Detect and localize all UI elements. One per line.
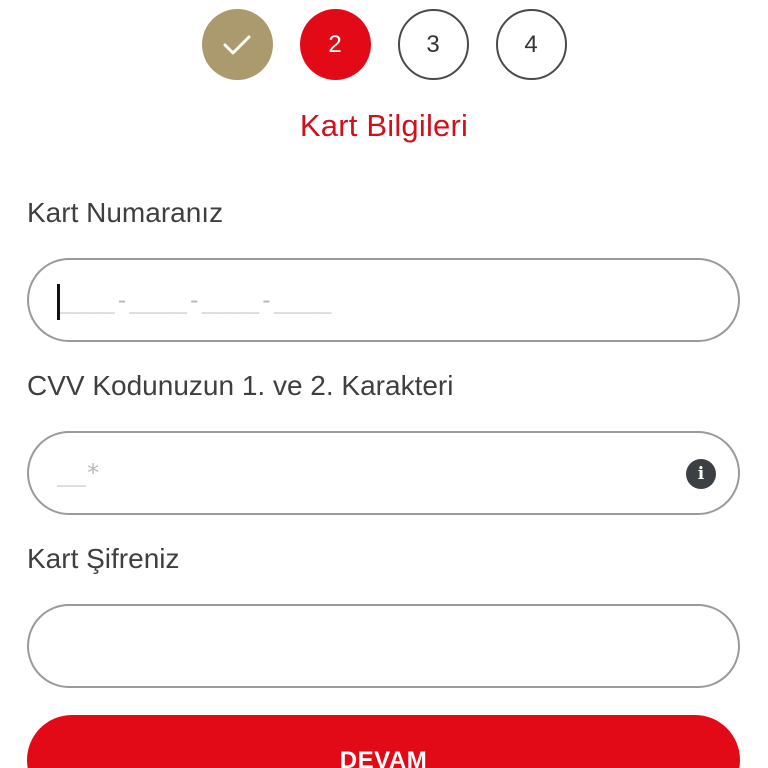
cvv-input[interactable]: __* i (27, 431, 740, 515)
text-caret (57, 284, 60, 320)
step-4-label: 4 (524, 30, 538, 58)
stepper: 2 3 4 (0, 9, 768, 81)
step-1-done[interactable] (201, 9, 273, 80)
card-number-input[interactable]: ____-____-____-____ (27, 258, 740, 342)
step-3-label: 3 (426, 30, 440, 58)
info-icon[interactable]: i (686, 459, 716, 489)
pin-input[interactable] (27, 604, 740, 688)
cvv-mask: __* (57, 459, 101, 487)
pin-label: Kart Şifreniz (27, 543, 180, 574)
card-number-mask: ____-____-____-____ (57, 286, 332, 314)
card-number-label: Kart Numaranız (27, 197, 224, 228)
page-title: Kart Bilgileri (299, 108, 469, 143)
check-icon (223, 35, 251, 54)
cvv-label: CVV Kodunuzun 1. ve 2. Karakteri (27, 370, 454, 401)
step-3[interactable]: 3 (397, 9, 469, 80)
card-info-page: 2 3 4 Kart Bilgileri Kart Numaranız ____… (0, 0, 768, 768)
step-2-active[interactable]: 2 (299, 9, 371, 80)
continue-button[interactable]: DEVAM (27, 715, 740, 768)
step-2-label: 2 (328, 30, 342, 58)
step-4[interactable]: 4 (495, 9, 567, 80)
